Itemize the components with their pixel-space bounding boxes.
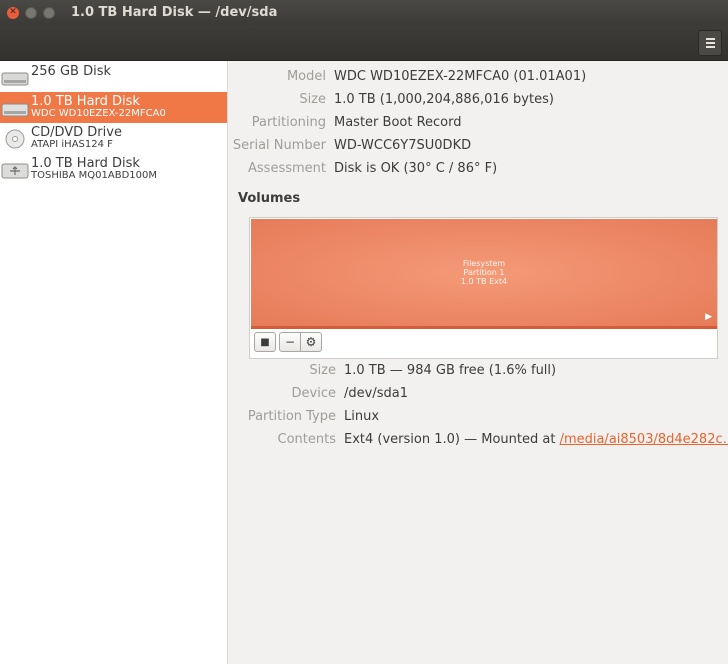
size-row: Size 1.0 TB (1,000,204,886,016 bytes) — [228, 92, 554, 107]
contents-value: Ext4 (version 1.0) — Mounted at — [344, 432, 560, 447]
drive-model: WDC WD10EZEX-22MFCA0 — [31, 108, 166, 120]
unmount-button[interactable]: ■ — [254, 332, 276, 352]
device-value: /dev/sda1 — [344, 386, 408, 401]
partition-filesystem-label: Filesystem — [462, 258, 506, 268]
partitioning-row: Partitioning Master Boot Record — [228, 115, 462, 130]
sidebar-drive-256gb[interactable]: 256 GB Disk — [0, 61, 227, 92]
device-label: Device — [291, 386, 336, 401]
model-row: Model WDC WD10EZEX-22MFCA0 (01.01A01) — [228, 69, 586, 84]
hard-disk-icon — [1, 72, 29, 85]
partition-number-label: Partition 1 — [463, 267, 505, 277]
delete-partition-button[interactable]: − — [279, 332, 301, 352]
maximize-window-button[interactable] — [43, 6, 55, 19]
partition-size-label: 1.0 TB Ext4 — [460, 277, 508, 287]
optical-disc-icon — [5, 129, 25, 148]
stop-icon: ■ — [260, 336, 270, 348]
usb-disk-icon — [1, 163, 29, 178]
drive-name: 256 GB Disk — [31, 63, 111, 79]
toolbar — [0, 25, 728, 61]
volumes-map: Filesystem Partition 1 1.0 TB Ext4 ▶ ■ −… — [249, 217, 718, 359]
gear-icon: ⚙ — [305, 335, 317, 349]
assessment-label: Assessment — [248, 161, 326, 176]
close-icon: ✕ — [9, 7, 17, 17]
sidebar-drive-cd-dvd[interactable]: CD/DVD Drive ATAPI iHAS124 F — [0, 123, 227, 154]
drive-model: ATAPI iHAS124 F — [31, 139, 113, 151]
partition-block[interactable]: Filesystem Partition 1 1.0 TB Ext4 ▶ — [251, 219, 717, 329]
drive-sidebar: 256 GB Disk 1.0 TB Hard Disk WDC WD10EZE… — [0, 61, 228, 664]
device-row: Device /dev/sda1 — [228, 386, 408, 401]
serial-label: Serial Number — [232, 138, 326, 153]
assessment-row: Assessment Disk is OK (30° C / 86° F) — [228, 161, 497, 176]
window-title: 1.0 TB Hard Disk — /dev/sda — [71, 5, 278, 20]
volumes-heading: Volumes — [238, 191, 301, 206]
partition-type-label: Partition Type — [247, 409, 336, 424]
partition-size-value: 1.0 TB — 984 GB free (1.6% full) — [344, 363, 557, 378]
drive-name: 1.0 TB Hard Disk — [31, 94, 140, 110]
title-bar: ✕ 1.0 TB Hard Disk — /dev/sda — [0, 0, 728, 25]
partition-settings-button[interactable]: ⚙ — [301, 332, 322, 352]
assessment-value: Disk is OK (30° C / 86° F) — [334, 161, 498, 176]
close-window-button[interactable]: ✕ — [7, 6, 19, 19]
partition-type-value: Linux — [344, 409, 380, 424]
volume-toolbar: ■ − ⚙ — [254, 332, 322, 352]
drive-model: TOSHIBA MQ01ABD100M — [31, 170, 158, 182]
hamburger-menu-icon — [705, 38, 715, 40]
partitioning-value: Master Boot Record — [334, 115, 462, 130]
serial-value: WD-WCC6Y7SU0DKD — [334, 138, 472, 153]
disk-details-panel: Model WDC WD10EZEX-22MFCA0 (01.01A01) Si… — [228, 61, 728, 664]
size-value: 1.0 TB (1,000,204,886,016 bytes) — [334, 92, 554, 107]
drive-name: CD/DVD Drive — [31, 125, 122, 141]
hard-disk-icon — [1, 103, 29, 116]
contents-label: Contents — [277, 432, 336, 447]
minus-icon: − — [284, 335, 296, 349]
partition-type-row: Partition Type Linux — [228, 409, 379, 424]
mount-point-link[interactable]: /media/ai8503/8d4e282c… — [560, 432, 728, 447]
serial-row: Serial Number WD-WCC6Y7SU0DKD — [228, 138, 471, 153]
sidebar-drive-1tb-wdc[interactable]: 1.0 TB Hard Disk WDC WD10EZEX-22MFCA0 — [0, 92, 227, 123]
drive-name: 1.0 TB Hard Disk — [31, 156, 140, 172]
minimize-window-button[interactable] — [25, 6, 37, 19]
menu-button[interactable] — [698, 30, 722, 56]
size-label: Size — [299, 92, 326, 107]
model-label: Model — [286, 69, 326, 84]
partition-size-label: Size — [309, 363, 336, 378]
partitioning-label: Partitioning — [251, 115, 326, 130]
contents-row: Contents Ext4 (version 1.0) — Mounted at… — [228, 432, 728, 447]
partition-size-row: Size 1.0 TB — 984 GB free (1.6% full) — [228, 363, 556, 378]
sidebar-drive-1tb-toshiba[interactable]: 1.0 TB Hard Disk TOSHIBA MQ01ABD100M — [0, 154, 227, 185]
model-value: WDC WD10EZEX-22MFCA0 (01.01A01) — [334, 69, 587, 84]
play-icon: ▶ — [705, 311, 712, 322]
